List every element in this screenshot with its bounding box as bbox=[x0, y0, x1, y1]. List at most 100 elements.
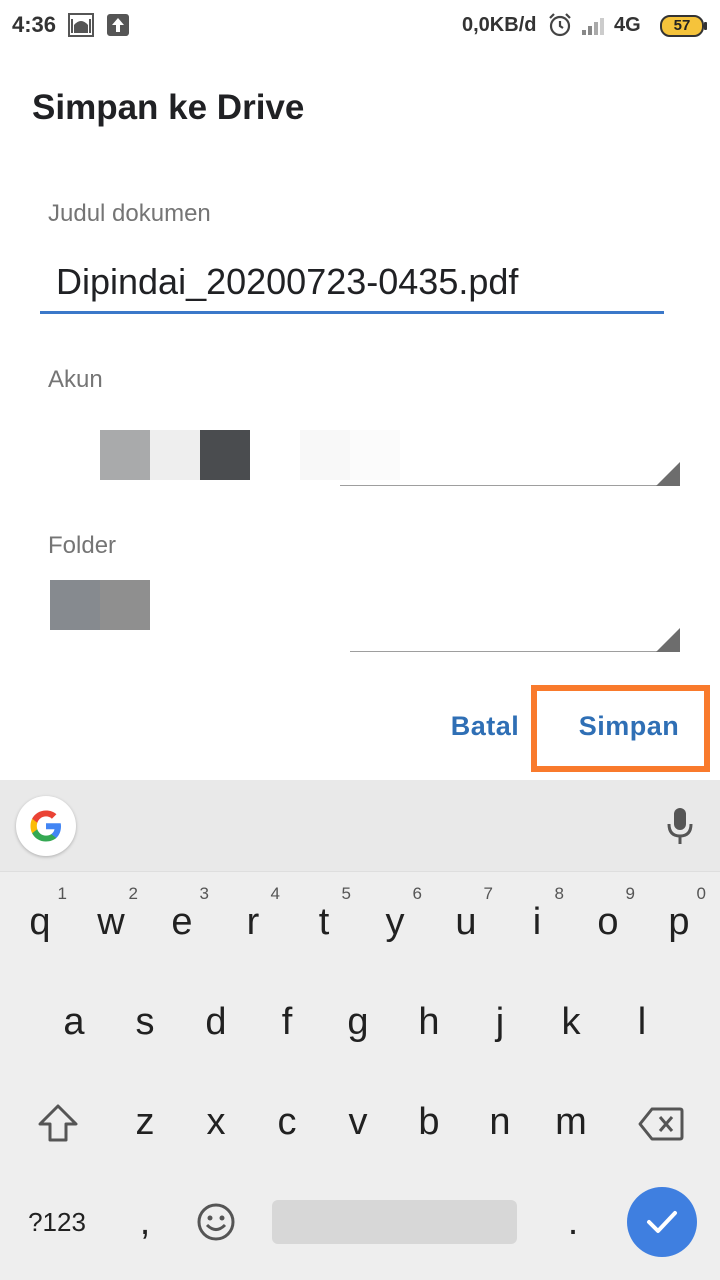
symbols-key[interactable]: ?123 bbox=[22, 1182, 92, 1262]
letter-key[interactable]: u7 bbox=[431, 882, 501, 962]
letter-key[interactable]: r4 bbox=[218, 882, 288, 962]
key-label: m bbox=[555, 1101, 587, 1143]
key-number-hint: 3 bbox=[199, 884, 209, 903]
network-speed: 0,0KB/d bbox=[462, 14, 537, 36]
letter-key[interactable]: q1 bbox=[5, 882, 75, 962]
screen: 4:36 0,0KB/d 4G 57 Simpan ke Drive Judul… bbox=[0, 0, 720, 1280]
letter-key[interactable]: h bbox=[394, 982, 464, 1062]
account-dropdown[interactable] bbox=[40, 396, 680, 486]
letter-key[interactable]: t5 bbox=[289, 882, 359, 962]
letter-key[interactable]: x bbox=[181, 1082, 251, 1162]
status-bar: 4:36 0,0KB/d 4G 57 bbox=[0, 0, 720, 52]
upload-icon bbox=[107, 14, 129, 36]
space-key[interactable] bbox=[272, 1200, 517, 1244]
doc-title-input[interactable] bbox=[40, 252, 664, 314]
key-label: o bbox=[597, 901, 619, 943]
key-label: t bbox=[318, 901, 330, 943]
letter-key[interactable]: c bbox=[252, 1082, 322, 1162]
key-label: e bbox=[171, 901, 193, 943]
cancel-button[interactable]: Batal bbox=[440, 706, 530, 746]
letter-key[interactable]: n bbox=[465, 1082, 535, 1162]
key-label: l bbox=[637, 1001, 647, 1043]
key-label: q bbox=[29, 901, 51, 943]
key-label: c bbox=[277, 1101, 297, 1143]
dropdown-arrow-icon bbox=[656, 628, 680, 652]
folder-dropdown[interactable] bbox=[40, 562, 680, 652]
dropdown-arrow-icon bbox=[656, 462, 680, 486]
letter-key[interactable]: k bbox=[536, 982, 606, 1062]
letter-key[interactable]: b bbox=[394, 1082, 464, 1162]
mic-icon[interactable] bbox=[664, 806, 696, 846]
letter-key[interactable]: d bbox=[181, 982, 251, 1062]
save-highlight-box bbox=[531, 685, 710, 772]
key-number-hint: 2 bbox=[128, 884, 138, 903]
key-label: k bbox=[561, 1001, 581, 1043]
alarm-icon bbox=[549, 13, 571, 37]
letter-key[interactable]: i8 bbox=[502, 882, 572, 962]
doc-title-label: Judul dokumen bbox=[48, 200, 211, 227]
letter-key[interactable]: o9 bbox=[573, 882, 643, 962]
google-search-button[interactable] bbox=[16, 796, 76, 856]
letter-key[interactable]: y6 bbox=[360, 882, 430, 962]
folder-label: Folder bbox=[48, 532, 117, 559]
keyboard: q1w2e3r4t5y6u7i8o9p0 asdfghjkl zxcvbnm ?… bbox=[0, 780, 720, 1280]
key-label: x bbox=[206, 1101, 226, 1143]
key-number-hint: 9 bbox=[625, 884, 635, 903]
key-label: a bbox=[63, 1001, 85, 1043]
key-label: f bbox=[281, 1001, 293, 1043]
key-number-hint: 0 bbox=[696, 884, 706, 903]
key-number-hint: 8 bbox=[554, 884, 564, 903]
key-label: i bbox=[532, 901, 542, 943]
letter-key[interactable]: w2 bbox=[76, 882, 146, 962]
redacted-folder-block bbox=[50, 580, 100, 630]
key-label: s bbox=[135, 1001, 155, 1043]
keyboard-toolbar bbox=[0, 780, 720, 872]
dropdown-underline bbox=[350, 651, 680, 652]
key-label: z bbox=[135, 1101, 155, 1143]
letter-key[interactable]: a bbox=[39, 982, 109, 1062]
redacted-account-block bbox=[150, 430, 200, 480]
key-number-hint: 4 bbox=[270, 884, 280, 903]
key-label: r bbox=[246, 901, 260, 943]
account-label: Akun bbox=[48, 366, 103, 393]
redacted-account-block bbox=[350, 430, 400, 480]
letter-key[interactable]: j bbox=[465, 982, 535, 1062]
key-number-hint: 6 bbox=[412, 884, 422, 903]
key-label: p bbox=[668, 901, 690, 943]
key-label: d bbox=[205, 1001, 227, 1043]
letter-key[interactable]: p0 bbox=[644, 882, 714, 962]
shift-icon[interactable] bbox=[36, 1102, 80, 1144]
letter-key[interactable]: m bbox=[536, 1082, 606, 1162]
key-label: v bbox=[348, 1101, 368, 1143]
letter-key[interactable]: l bbox=[607, 982, 677, 1062]
comma-key[interactable]: , bbox=[110, 1182, 180, 1262]
period-key[interactable]: . bbox=[538, 1182, 608, 1262]
key-label: g bbox=[347, 1001, 369, 1043]
mosque-notification-icon bbox=[68, 13, 94, 37]
letter-key[interactable]: g bbox=[323, 982, 393, 1062]
redacted-account-block bbox=[300, 430, 350, 480]
key-number-hint: 1 bbox=[57, 884, 67, 903]
backspace-icon[interactable] bbox=[638, 1106, 684, 1142]
enter-check-icon bbox=[647, 1211, 677, 1233]
key-label: h bbox=[418, 1001, 440, 1043]
key-label: u bbox=[455, 901, 477, 943]
key-label: n bbox=[489, 1101, 511, 1143]
letter-key[interactable]: f bbox=[252, 982, 322, 1062]
enter-button[interactable] bbox=[627, 1187, 697, 1257]
dropdown-underline bbox=[340, 485, 680, 486]
network-type: 4G bbox=[614, 14, 641, 36]
letter-key[interactable]: s bbox=[110, 982, 180, 1062]
battery-level: 57 bbox=[673, 17, 691, 34]
battery-icon: 57 bbox=[660, 15, 708, 37]
key-label: b bbox=[418, 1101, 440, 1143]
redacted-folder-block bbox=[100, 580, 150, 630]
signal-icon bbox=[582, 18, 604, 35]
letter-key[interactable]: z bbox=[110, 1082, 180, 1162]
key-label: j bbox=[495, 1001, 505, 1043]
letter-key[interactable]: e3 bbox=[147, 882, 217, 962]
letter-key[interactable]: v bbox=[323, 1082, 393, 1162]
google-icon bbox=[30, 810, 61, 842]
status-time: 4:36 bbox=[12, 12, 57, 37]
emoji-icon[interactable] bbox=[196, 1202, 236, 1242]
